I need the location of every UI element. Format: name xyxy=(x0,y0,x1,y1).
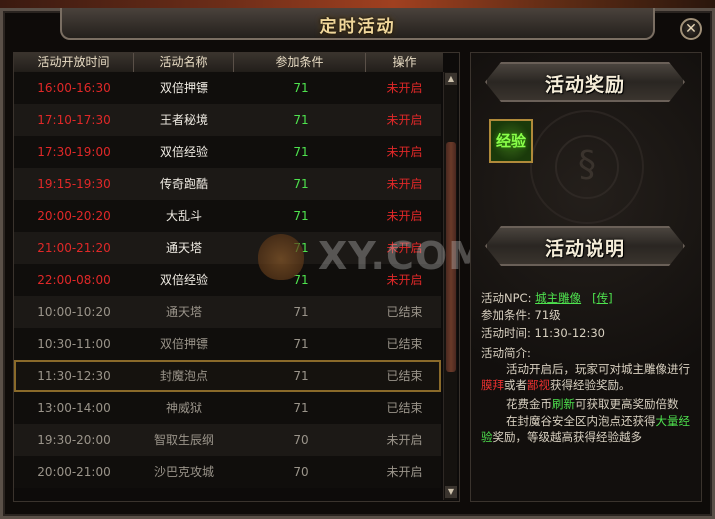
reward-title: 活动奖励 xyxy=(544,74,625,96)
table-row[interactable]: 13:00-14:00 神威狱 71 已结束 xyxy=(14,392,441,424)
row-condition: 71 xyxy=(293,337,309,351)
row-status: 未开启 xyxy=(386,177,423,191)
row-condition: 71 xyxy=(293,113,309,127)
time-line: 活动时间: 11:30-12:30 xyxy=(481,326,605,340)
npc-link[interactable]: 城主雕像 xyxy=(535,291,581,305)
row-time: 13:00-14:00 xyxy=(37,401,111,415)
row-time: 10:30-11:00 xyxy=(37,337,111,351)
emblem-center-icon: § xyxy=(555,135,619,199)
table-row[interactable]: 19:15-19:30 传奇跑酷 71 未开启 xyxy=(14,168,441,200)
despise-text: 鄙视 xyxy=(527,378,550,392)
intro-line-3: 花费金币刷新可获取更高奖励倍数 xyxy=(506,396,679,412)
intro-label: 活动简介: xyxy=(481,346,531,360)
header-condition: 参加条件 xyxy=(234,53,366,72)
scroll-down-arrow-icon[interactable]: ▼ xyxy=(445,486,457,498)
spend-gold-text: 花费金币 xyxy=(506,397,552,411)
row-status: 未开启 xyxy=(386,81,423,95)
row-activity-name: 双倍经验 xyxy=(159,145,208,159)
npc-line: 活动NPC: 城主雕像 [传] xyxy=(481,290,613,306)
row-status: 已结束 xyxy=(386,369,423,383)
npc-label: 活动NPC: xyxy=(481,291,532,305)
row-activity-name: 双倍经验 xyxy=(159,273,208,287)
row-time: 17:30-19:00 xyxy=(37,145,111,159)
scroll-up-arrow-icon[interactable]: ▲ xyxy=(445,73,457,85)
row-time: 20:00-21:00 xyxy=(37,465,111,479)
intro-line-2: 膜拜或者鄙视获得经验奖励。 xyxy=(481,377,631,393)
row-time: 16:00-16:30 xyxy=(37,81,111,95)
table-row[interactable]: 10:00-10:20 通天塔 71 已结束 xyxy=(14,296,441,328)
row-time: 22:00-08:00 xyxy=(37,273,111,287)
row-activity-name: 沙巴克攻城 xyxy=(153,465,214,479)
row-activity-name: 大乱斗 xyxy=(165,209,202,223)
header-operation: 操作 xyxy=(392,55,417,69)
row-status: 已结束 xyxy=(386,305,423,319)
npc-teleport-link[interactable]: [传] xyxy=(592,291,612,305)
intro-reward-text: 获得经验奖励。 xyxy=(550,378,631,392)
condition-line: 参加条件: 71级 xyxy=(481,308,561,322)
row-status: 已结束 xyxy=(386,337,423,351)
table-row[interactable]: 20:00-21:00 沙巴克攻城 70 未开启 xyxy=(14,456,441,488)
intro-line-1: 活动开启后，玩家可对城主雕像进行 xyxy=(506,362,690,376)
row-time: 20:00-20:20 xyxy=(37,209,111,223)
row-condition: 70 xyxy=(293,433,309,447)
row-time: 10:00-10:20 xyxy=(37,305,111,319)
table-header: 活动开放时间 活动名称 参加条件 操作 xyxy=(14,53,443,72)
worship-text: 膜拜 xyxy=(481,378,504,392)
table-row[interactable]: 17:30-19:00 双倍经验 71 未开启 xyxy=(14,136,441,168)
row-activity-name: 王者秘境 xyxy=(159,113,208,127)
table-row[interactable]: 19:30-20:00 智取生辰纲 70 未开启 xyxy=(14,424,441,456)
row-time: 17:10-17:30 xyxy=(37,113,111,127)
row-time: 21:00-21:20 xyxy=(37,241,111,255)
close-button[interactable]: ✕ xyxy=(680,18,702,40)
intro-line-4: 在封魔谷安全区内泡点还获得大量经 xyxy=(506,413,690,429)
row-condition: 71 xyxy=(293,209,309,223)
intro-line-5: 验奖励，等级越高获得经验越多 xyxy=(481,429,642,445)
row-status: 未开启 xyxy=(386,209,423,223)
large-exp-text-cont: 验 xyxy=(481,430,493,444)
row-activity-name: 智取生辰纲 xyxy=(153,433,214,447)
row-activity-name: 通天塔 xyxy=(165,305,202,319)
higher-multiplier-text: 可获取更高奖励倍数 xyxy=(575,397,679,411)
watermark-text: XY.COM xyxy=(318,234,487,278)
row-activity-name: 通天塔 xyxy=(165,241,202,255)
row-condition: 70 xyxy=(293,465,309,479)
row-activity-name: 传奇跑酷 xyxy=(159,177,208,191)
row-condition: 71 xyxy=(293,401,309,415)
row-status: 未开启 xyxy=(386,145,423,159)
window-title: 定时活动 xyxy=(319,17,396,37)
watermark-owl-icon xyxy=(258,234,304,280)
table-row[interactable]: 20:00-20:20 大乱斗 71 未开启 xyxy=(14,200,441,232)
exp-reward-icon[interactable]: 经验 xyxy=(489,119,533,163)
row-condition: 71 xyxy=(293,177,309,191)
row-activity-name: 封魔泡点 xyxy=(159,369,208,383)
row-condition: 71 xyxy=(293,305,309,319)
table-row[interactable]: 10:30-11:00 双倍押镖 71 已结束 xyxy=(14,328,441,360)
row-status: 未开启 xyxy=(386,433,423,447)
intro-or-text: 或者 xyxy=(504,378,527,392)
row-condition: 71 xyxy=(293,81,309,95)
row-status: 已结束 xyxy=(386,401,423,415)
row-activity-name: 双倍押镖 xyxy=(159,81,208,95)
safe-zone-text: 在封魔谷安全区内泡点还获得 xyxy=(506,414,656,428)
table-scrollbar[interactable]: ▲ ▼ xyxy=(443,72,457,500)
row-time: 19:15-19:30 xyxy=(37,177,111,191)
row-activity-name: 双倍押镖 xyxy=(159,337,208,351)
row-status: 未开启 xyxy=(386,465,423,479)
row-time: 19:30-20:00 xyxy=(37,433,111,447)
large-exp-text: 大量经 xyxy=(655,414,691,428)
level-higher-text: 奖励，等级越高获得经验越多 xyxy=(492,430,643,444)
row-time: 11:30-12:30 xyxy=(37,369,111,383)
refresh-text: 刷新 xyxy=(552,397,575,411)
row-condition: 71 xyxy=(293,369,309,383)
table-row[interactable]: 17:10-17:30 王者秘境 71 未开启 xyxy=(14,104,441,136)
description-title: 活动说明 xyxy=(544,238,625,260)
row-activity-name: 神威狱 xyxy=(165,401,202,415)
table-row[interactable]: 11:30-12:30 封魔泡点 71 已结束 xyxy=(14,360,441,392)
header-time: 活动开放时间 xyxy=(14,53,134,72)
row-condition: 71 xyxy=(293,145,309,159)
row-status: 未开启 xyxy=(386,113,423,127)
header-name: 活动名称 xyxy=(134,53,234,72)
table-row[interactable]: 16:00-16:30 双倍押镖 71 未开启 xyxy=(14,72,441,104)
